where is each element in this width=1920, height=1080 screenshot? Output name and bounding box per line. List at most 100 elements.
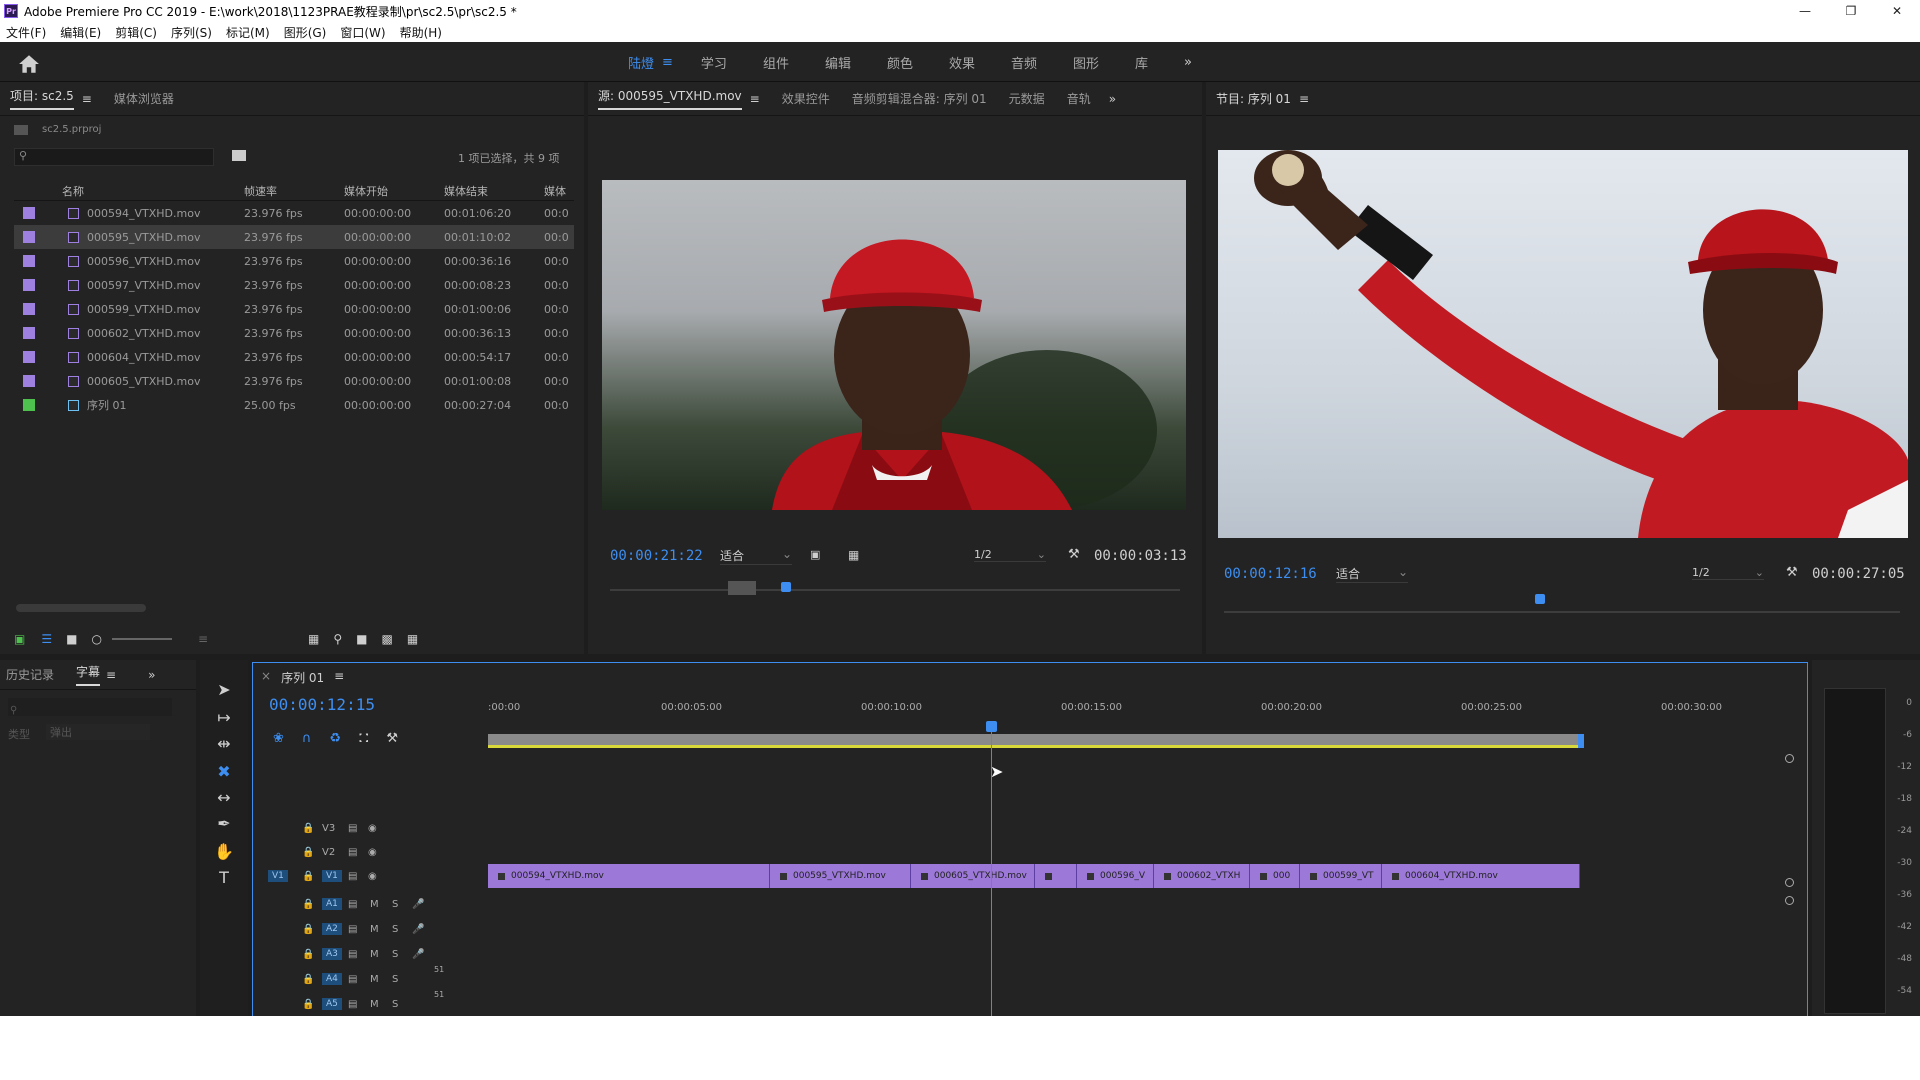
label-color-swatch[interactable]	[14, 351, 44, 363]
track-select-tool-icon[interactable]: ↦	[214, 708, 234, 727]
vertical-zoom-handle[interactable]	[1785, 878, 1794, 887]
lock-icon[interactable]: 🔒	[302, 899, 314, 910]
col-fps[interactable]: 帧速率	[244, 183, 344, 199]
label-color-swatch[interactable]	[14, 303, 44, 315]
audio-track-header[interactable]: 🔒 A1 ▤ M S 🎤	[258, 892, 488, 916]
video-track-header[interactable]: 🔒 V3 ▤ ◉	[258, 816, 488, 840]
mute-button[interactable]: M	[370, 899, 379, 910]
timeline-clip[interactable]: 000596_V	[1077, 864, 1154, 888]
source-timecode[interactable]: 00:00:21:22	[610, 548, 703, 564]
program-video-frame[interactable]	[1218, 150, 1908, 538]
sort-icon[interactable]: ≡	[198, 632, 208, 646]
program-playhead[interactable]	[1534, 594, 1545, 604]
tab-media-browser[interactable]: 媒体浏览器	[114, 90, 174, 107]
tab-project[interactable]: 项目: sc2.5	[10, 87, 74, 110]
label-color-swatch[interactable]	[14, 255, 44, 267]
menu-graphics[interactable]: 图形(G)	[284, 24, 327, 41]
solo-button[interactable]: S	[392, 999, 398, 1010]
sync-lock-icon[interactable]: ▤	[348, 949, 357, 960]
lock-icon[interactable]: 🔒	[302, 924, 314, 935]
safe-margins-icon[interactable]: ▣	[810, 548, 820, 561]
workspace-tab-1[interactable]: 学习	[701, 53, 727, 72]
source-playhead[interactable]	[781, 582, 791, 592]
type-tool-icon[interactable]: T	[214, 868, 234, 887]
eye-icon[interactable]: ◉	[368, 823, 377, 834]
microphone-icon[interactable]: 🎤	[412, 899, 424, 910]
new-bin-from-search-icon[interactable]	[232, 150, 246, 161]
sync-lock-icon[interactable]: ▤	[348, 999, 357, 1010]
workspace-tab-2[interactable]: 组件	[763, 53, 789, 72]
program-timecode[interactable]: 00:00:12:16	[1224, 566, 1317, 582]
timeline-timecode[interactable]: 00:00:12:15	[269, 695, 375, 714]
lock-icon[interactable]: ▣	[14, 632, 25, 646]
eye-icon[interactable]: ◉	[368, 871, 377, 882]
close-icon[interactable]: ×	[261, 669, 271, 686]
audio-track-header[interactable]: 🔒 A3 ▤ M S 🎤	[258, 942, 488, 966]
timeline-clip[interactable]: 000	[1250, 864, 1300, 888]
label-color-swatch[interactable]	[14, 231, 44, 243]
tab-audio-track[interactable]: 音轨	[1067, 90, 1091, 107]
snap-icon[interactable]: ∩	[302, 731, 312, 746]
workspace-tab-5[interactable]: 效果	[949, 53, 975, 72]
mute-button[interactable]: M	[370, 999, 379, 1010]
sync-lock-icon[interactable]: ▤	[348, 823, 357, 834]
timeline-playhead[interactable]	[986, 721, 997, 732]
zoom-circle-icon[interactable]: ○	[91, 632, 101, 646]
menu-marker[interactable]: 标记(M)	[226, 24, 270, 41]
video-track-header[interactable]: V1 🔒 V1 ▤ ◉	[258, 864, 488, 888]
table-row[interactable]: 000604_VTXHD.mov 23.976 fps 00:00:00:00 00:…	[14, 345, 574, 369]
timeline-clip[interactable]: 000594_VTXHD.mov	[488, 864, 770, 888]
tab-captions[interactable]: 字幕	[76, 663, 101, 686]
menu-help[interactable]: 帮助(H)	[400, 24, 442, 41]
sync-lock-icon[interactable]: ▤	[348, 899, 357, 910]
zoom-slider[interactable]	[111, 638, 172, 640]
close-icon[interactable]: ✕	[1874, 0, 1920, 22]
workspace-tab-7[interactable]: 图形	[1073, 53, 1099, 72]
menu-window[interactable]: 窗口(W)	[340, 24, 385, 41]
minimize-icon[interactable]: —	[1782, 0, 1828, 22]
program-time-ruler[interactable]	[1224, 611, 1900, 613]
table-row[interactable]: 000597_VTXHD.mov 23.976 fps 00:00:00:00 00:…	[14, 273, 574, 297]
timeline-clip[interactable]: 000595_VTXHD.mov	[770, 864, 911, 888]
workspace-tab-6[interactable]: 音频	[1011, 53, 1037, 72]
captions-search-input[interactable]: ⚲	[8, 698, 172, 716]
tab-metadata[interactable]: 元数据	[1009, 90, 1045, 107]
slip-tool-icon[interactable]: ↔	[214, 788, 234, 807]
sync-lock-icon[interactable]: ▤	[348, 871, 357, 882]
wrench-icon[interactable]: ⚒	[1068, 547, 1080, 562]
mute-button[interactable]: M	[370, 974, 379, 985]
solo-button[interactable]: S	[392, 924, 398, 935]
eye-icon[interactable]: ◉	[368, 847, 377, 858]
table-row[interactable]: 000596_VTXHD.mov 23.976 fps 00:00:00:00 00:…	[14, 249, 574, 273]
col-media-dur[interactable]: 媒体	[544, 183, 574, 199]
add-marker-icon[interactable]: ⛚	[359, 731, 368, 746]
table-row[interactable]: 000599_VTXHD.mov 23.976 fps 00:00:00:00 00:…	[14, 297, 574, 321]
source-zoom-handle[interactable]	[728, 581, 756, 595]
table-row[interactable]: 000595_VTXHD.mov 23.976 fps 00:00:00:00 00:…	[14, 225, 574, 249]
work-area-bar[interactable]	[488, 734, 1582, 748]
source-resolution-dropdown[interactable]: 1/2 ⌄	[974, 548, 1046, 562]
tab-audio-mixer[interactable]: 音频剪辑混合器: 序列 01	[852, 90, 987, 107]
audio-track-header[interactable]: 🔒 A2 ▤ M S 🎤	[258, 917, 488, 941]
pen-tool-icon[interactable]: ✒	[214, 814, 234, 833]
timeline-clip[interactable]	[1035, 864, 1077, 888]
panel-menu-icon[interactable]: ≡	[106, 668, 116, 682]
icon-view-icon[interactable]: ■	[66, 632, 77, 646]
menu-file[interactable]: 文件(F)	[6, 24, 46, 41]
timeline-clip[interactable]: 000604_VTXHD.mov	[1382, 864, 1580, 888]
table-row[interactable]: 000594_VTXHD.mov 23.976 fps 00:00:00:00 00:…	[14, 201, 574, 225]
menu-sequence[interactable]: 序列(S)	[171, 24, 212, 41]
panel-menu-icon[interactable]: ≡	[334, 669, 344, 686]
mute-button[interactable]: M	[370, 924, 379, 935]
lock-icon[interactable]: 🔒	[302, 949, 314, 960]
trash-icon[interactable]: ▦	[407, 632, 418, 646]
table-row[interactable]: 000605_VTXHD.mov 23.976 fps 00:00:00:00 00:…	[14, 369, 574, 393]
menu-clip[interactable]: 剪辑(C)	[115, 24, 157, 41]
wrench-icon[interactable]: ⚒	[1786, 565, 1798, 580]
project-scrollbar[interactable]	[16, 604, 146, 612]
panel-menu-icon[interactable]: ≡	[1299, 92, 1309, 106]
timeline-clip[interactable]: 000599_VT	[1300, 864, 1382, 888]
drag-video-icon[interactable]: ▦	[848, 548, 859, 562]
panel-menu-icon[interactable]: ≡	[82, 92, 92, 106]
col-media-end[interactable]: 媒体结束	[444, 183, 544, 199]
